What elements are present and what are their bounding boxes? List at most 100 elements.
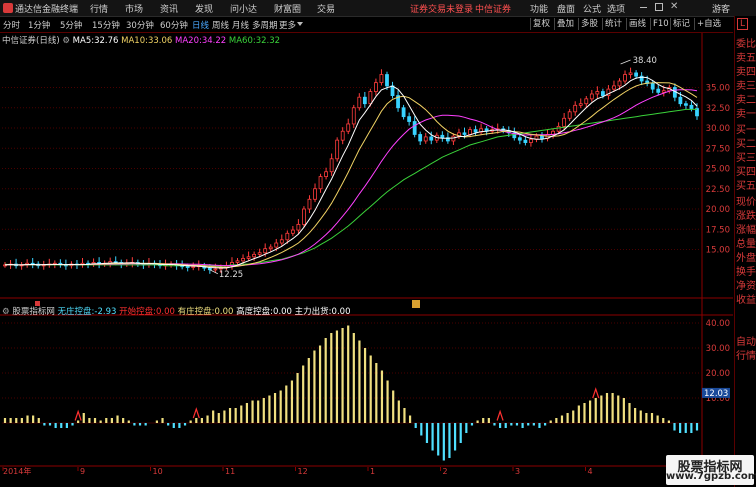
candle-body [351, 107, 356, 125]
panel-item: 买二 [736, 139, 756, 150]
candle-body [412, 121, 417, 135]
candle-body [246, 256, 251, 259]
candle-body [429, 136, 434, 141]
broker-name[interactable]: 中信证券 [475, 2, 511, 15]
minimize-icon[interactable] [640, 7, 647, 8]
maximize-icon[interactable] [655, 3, 663, 11]
candle-body [374, 82, 378, 92]
statistics-button[interactable]: 统计 [602, 18, 624, 30]
period-tab-multi[interactable]: 多周期 [252, 19, 278, 31]
high-annotation: 38.40 [633, 56, 657, 66]
menu-item-function[interactable]: 功能 [530, 2, 548, 15]
signal-marker [74, 409, 82, 421]
ma10-label: MA10: [121, 36, 148, 46]
f10-button[interactable]: F10 [650, 18, 671, 30]
overlay-button[interactable]: 叠加 [554, 18, 576, 30]
candle-body [468, 129, 472, 135]
panel-item: 涨跌 [736, 211, 756, 222]
candle-body [285, 232, 290, 241]
candle-body [440, 134, 445, 139]
period-tab-daily[interactable]: 日线 [192, 19, 209, 31]
period-tab-30min[interactable]: 30分钟 [126, 19, 154, 31]
app-logo-icon [3, 3, 13, 13]
candle-body [263, 248, 268, 254]
login-status[interactable]: 证券交易未登录 [410, 2, 473, 15]
price-tick-label: 25.00 [706, 165, 730, 175]
panel-item: 买一 [736, 125, 756, 136]
indicator-tick-label: 20.00 [706, 369, 730, 379]
candle-body [279, 239, 284, 244]
quote-side-panel: L 委比 卖五 卖四 卖三 卖二 卖一 买一 买二 买三 买四 买五 现价 涨跌… [734, 16, 756, 487]
panel-l-tag[interactable]: L [737, 18, 749, 30]
candle-body [540, 135, 544, 139]
candle-body [357, 96, 362, 109]
candle-body [473, 129, 478, 133]
period-tab-5min[interactable]: 5分钟 [60, 19, 82, 31]
ma60-value: 32.32 [255, 36, 281, 46]
candle-body [302, 208, 306, 225]
menu-item-ask[interactable]: 问小达 [230, 2, 257, 15]
panel-item[interactable]: 行情 [736, 350, 756, 363]
period-tab-15min[interactable]: 15分钟 [92, 19, 120, 31]
watermark-logo: 股票指标网 www.7gpzb.com [666, 455, 756, 485]
menu-item-quotes[interactable]: 行情 [90, 2, 108, 15]
panel-item: 卖四 [736, 67, 756, 78]
close-icon[interactable]: ✕ [670, 1, 678, 12]
menu-item-options[interactable]: 选项 [607, 2, 625, 15]
price-tick-label: 32.50 [706, 104, 730, 114]
period-tab-monthly[interactable]: 月线 [232, 19, 249, 31]
panel-item: 涨幅 [736, 225, 756, 236]
menu-item-trade[interactable]: 交易 [317, 2, 335, 15]
panel-item: 卖五 [736, 53, 756, 64]
add-favorite-button[interactable]: +自选 [694, 18, 723, 30]
candle-body [213, 268, 218, 271]
ma60-line [4, 108, 697, 267]
ind-label-2: 开始控盘: [119, 307, 156, 317]
indicator-name[interactable]: 股票指标网 [12, 307, 55, 317]
ind-label-1: 无庄控盘: [57, 307, 95, 317]
candle-body [252, 253, 257, 258]
stock-name: 中信证券(日线) [2, 36, 60, 46]
panel-item: 委比 [736, 39, 756, 50]
guest-user[interactable]: 游客 [712, 2, 730, 15]
menu-item-formula[interactable]: 公式 [583, 2, 601, 15]
menu-item-discover[interactable]: 发现 [195, 2, 213, 15]
more-dropdown-icon[interactable] [297, 22, 303, 26]
period-tab-more[interactable]: 更多 [279, 19, 296, 31]
menu-item-news[interactable]: 资讯 [160, 2, 178, 15]
draw-line-button[interactable]: 画线 [626, 18, 648, 30]
settings-gear-icon[interactable]: ⚙ [62, 36, 70, 46]
ma5-value: 32.76 [94, 36, 119, 46]
adjust-button[interactable]: 复权 [530, 18, 552, 30]
candle-body [589, 93, 594, 100]
menu-item-market[interactable]: 市场 [125, 2, 143, 15]
panel-item[interactable]: 自动 [736, 336, 756, 349]
period-tab-1min[interactable]: 1分钟 [28, 19, 50, 31]
ma20-value: 34.22 [201, 36, 227, 46]
candle-body [650, 83, 655, 90]
menu-item-board[interactable]: 盘面 [557, 2, 575, 15]
x-tick-label: 12 [298, 467, 308, 475]
mark-button[interactable]: 标记 [670, 18, 692, 30]
signal-marker [192, 407, 200, 419]
x-tick-label: 1 [370, 467, 375, 475]
indicator-legend: ⚙ 股票指标网 无庄控盘:-2.93 开始控盘:0.00 有庄控盘:0.00 高… [2, 305, 350, 317]
candle-body [517, 137, 522, 141]
candle-body [689, 104, 694, 109]
ma-legend: 中信证券(日线) ⚙ MA5:32.76 MA10:33.06 MA20:34.… [2, 34, 280, 46]
chart-area[interactable]: 35.0032.5030.0027.5025.0022.5020.0017.50… [0, 33, 733, 475]
indicator-settings-icon[interactable]: ⚙ [2, 307, 10, 317]
candle-body [595, 91, 600, 95]
candle-body [600, 91, 605, 96]
period-tab-60min[interactable]: 60分钟 [160, 19, 188, 31]
period-tab-intraday[interactable]: 分时 [3, 19, 20, 31]
candle-body [296, 223, 301, 231]
low-annotation: 12.25 [219, 270, 243, 280]
candle-body [390, 85, 395, 97]
menu-bar: 通达信金融终端 行情 市场 资讯 发现 问小达 财富圈 交易 证券交易未登录 中… [0, 0, 756, 17]
candle-body [617, 80, 622, 87]
multi-stock-button[interactable]: 多股 [578, 18, 600, 30]
menu-item-wealth[interactable]: 财富圈 [274, 2, 301, 15]
candle-body [628, 72, 633, 75]
period-tab-weekly[interactable]: 周线 [212, 19, 229, 31]
